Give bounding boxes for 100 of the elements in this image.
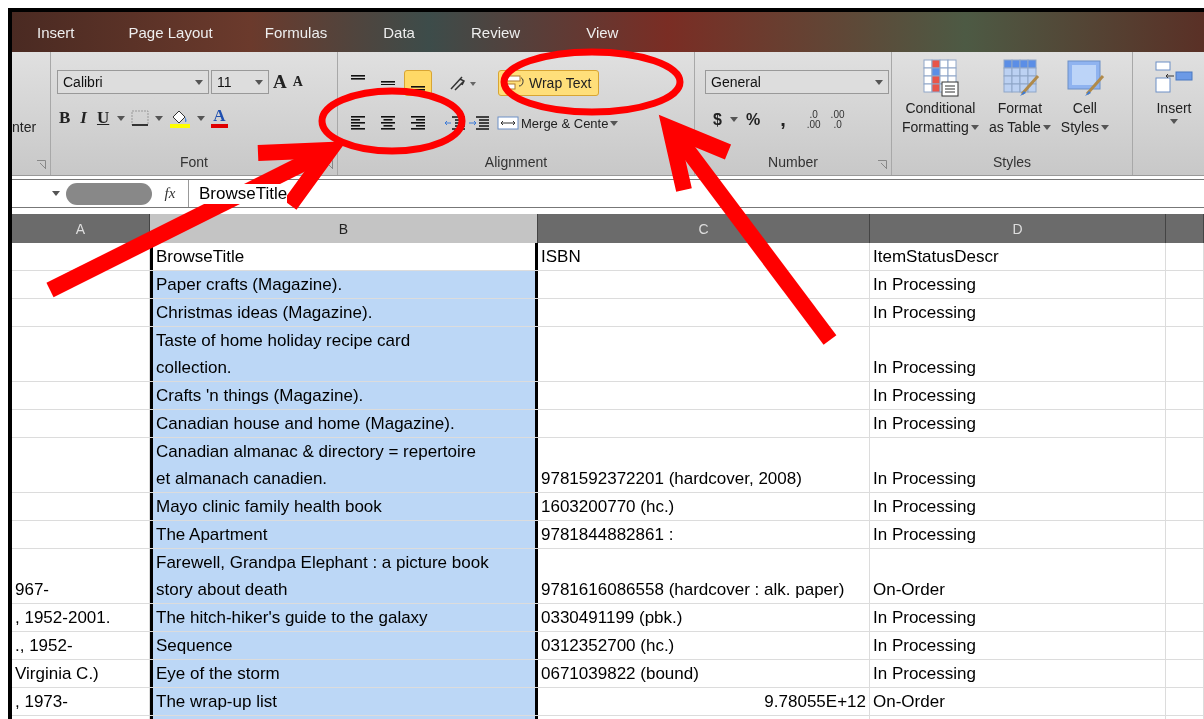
ribbon-tab[interactable]: View	[569, 19, 636, 45]
table-cell: 1603200770 (hc.)	[538, 493, 870, 520]
table-cell: In Processing	[870, 327, 1166, 381]
table-cell: In Processing	[870, 410, 1166, 437]
ribbon-tab[interactable]: Insert	[20, 19, 92, 45]
table-cell: Mayo clinic family health book	[150, 493, 538, 520]
merge-center-button[interactable]: Merge & Cente	[494, 110, 626, 136]
table-cell: 9781592372201 (hardcover, 2008)	[538, 438, 870, 492]
align-center-icon	[381, 116, 395, 130]
table-cell: Farewell, Grandpa Elephant : a picture book story about death	[150, 549, 538, 603]
caret-icon	[729, 117, 738, 122]
table-cell: 0312352700 (hc.)	[538, 632, 870, 659]
table-cell: 0330491199 (pbk.)	[538, 604, 870, 631]
caret-icon	[52, 191, 60, 196]
table-cell: On-Order	[870, 549, 1166, 603]
comma-button[interactable]: ,	[776, 108, 790, 131]
caret-icon	[610, 120, 619, 126]
formula-input[interactable]: BrowseTitle	[188, 180, 1204, 207]
caret-icon	[195, 79, 203, 85]
group-label: Alignment	[484, 154, 548, 172]
table-cell: 0671039822 (bound)	[538, 660, 870, 687]
table-cell: ISBN	[538, 243, 870, 270]
align-left-icon	[351, 116, 365, 130]
clipboard-button[interactable]: nter	[12, 110, 46, 135]
shrink-font-button[interactable]: A	[290, 74, 305, 90]
decrease-indent-icon[interactable]	[444, 115, 466, 131]
font-name-dropdown[interactable]: Calibri	[57, 70, 209, 94]
table-cell: The Apartment	[150, 521, 538, 548]
align-right-icon	[411, 116, 425, 130]
decrease-decimal-button[interactable]: .00 .0	[827, 109, 848, 130]
ribbon-tab[interactable]: Review	[453, 19, 538, 45]
styles-button[interactable]: Cell Styles	[1056, 58, 1113, 136]
formula-text: BrowseTitle	[199, 183, 288, 204]
styles-button[interactable]: Conditional Formatting	[898, 58, 983, 136]
caret-icon	[117, 115, 126, 121]
caret-icon	[970, 125, 979, 130]
currency-button[interactable]: $	[709, 110, 726, 129]
caret-icon	[255, 79, 263, 85]
bold-button[interactable]: B	[57, 108, 73, 128]
conditional-formatting-icon	[920, 58, 961, 98]
group-label: Number	[768, 154, 818, 172]
table-cell: On-Order	[870, 688, 1166, 715]
table-cell: The hitch-hiker's guide to the galaxy	[150, 604, 538, 631]
number-format-dropdown[interactable]: General	[705, 70, 889, 94]
table-cell: Taste of home holiday recipe card collection.	[150, 327, 538, 381]
percent-button[interactable]: %	[741, 110, 765, 129]
table-cell: Paper crafts (Magazine).	[150, 271, 538, 298]
column-header[interactable]: B	[150, 214, 538, 243]
merge-icon	[497, 116, 519, 130]
table-cell: Crafts 'n things (Magazine).	[150, 382, 538, 409]
table-cell: In Processing	[870, 660, 1166, 687]
table-cell: In Processing	[870, 521, 1166, 548]
table-cell: In Processing	[870, 438, 1166, 492]
ribbon-tab[interactable]: Data	[366, 19, 432, 45]
align-top-icon	[351, 75, 365, 80]
font-color-button[interactable]: A	[211, 108, 228, 128]
ribbon-tab[interactable]: Formulas	[247, 19, 345, 45]
formula-bar-button[interactable]	[66, 182, 152, 205]
increase-indent-icon[interactable]	[468, 115, 490, 131]
group-label: Styles	[992, 154, 1032, 172]
table-cell: In Processing	[870, 493, 1166, 520]
fill-color-icon[interactable]	[169, 108, 192, 128]
table-cell: Eye of the storm	[150, 660, 538, 687]
underline-button[interactable]: U	[94, 108, 112, 128]
borders-icon[interactable]	[131, 110, 150, 126]
insert-button[interactable]: Insert	[1139, 58, 1204, 124]
italic-button[interactable]: I	[78, 108, 89, 128]
table-cell: In Processing	[870, 299, 1166, 326]
table-cell: Sequence	[150, 632, 538, 659]
caret-icon	[1100, 125, 1109, 130]
increase-decimal-button[interactable]: .0 .00	[803, 109, 824, 130]
wrap-text-icon	[505, 75, 525, 91]
font-size-dropdown[interactable]: 11	[211, 70, 269, 94]
caret-icon	[155, 115, 164, 121]
caret-icon	[1042, 125, 1051, 130]
table-cell: Christmas ideas (Magazine).	[150, 299, 538, 326]
table-cell: BrowseTitle	[150, 243, 538, 270]
table-cell: In Processing	[870, 632, 1166, 659]
table-cell: The wrap-up list	[150, 688, 538, 715]
cell-styles-icon	[1064, 58, 1105, 98]
insert-function-button[interactable]: fx	[152, 185, 188, 202]
table-cell: Canadian almanac & directory = repertoire et almanach canadien.	[150, 438, 538, 492]
table-cell: 9781616086558 (hardcover : alk. paper)	[538, 549, 870, 603]
table-cell: Canadian house and home (Magazine).	[150, 410, 538, 437]
wrap-text-button[interactable]: Wrap Text	[498, 70, 599, 96]
align-bottom-icon	[411, 86, 425, 91]
table-cell: In Processing	[870, 604, 1166, 631]
table-cell: In Processing	[870, 382, 1166, 409]
table-cell: 9781844882861 :	[538, 521, 870, 548]
styles-button[interactable]: Format as Table	[984, 58, 1055, 136]
group-label: Font	[180, 154, 208, 172]
align-middle-icon	[381, 80, 395, 86]
grow-font-button[interactable]: A	[271, 71, 289, 93]
caret-icon	[1170, 119, 1178, 124]
table-cell: In Processing	[870, 271, 1166, 298]
caret-icon	[197, 115, 206, 121]
caret-icon	[875, 79, 883, 85]
ribbon-tab[interactable]: Page Layout	[111, 19, 230, 45]
table-cell: 9.78055E+12	[538, 688, 870, 715]
table-cell: ItemStatusDescr	[870, 243, 1166, 270]
